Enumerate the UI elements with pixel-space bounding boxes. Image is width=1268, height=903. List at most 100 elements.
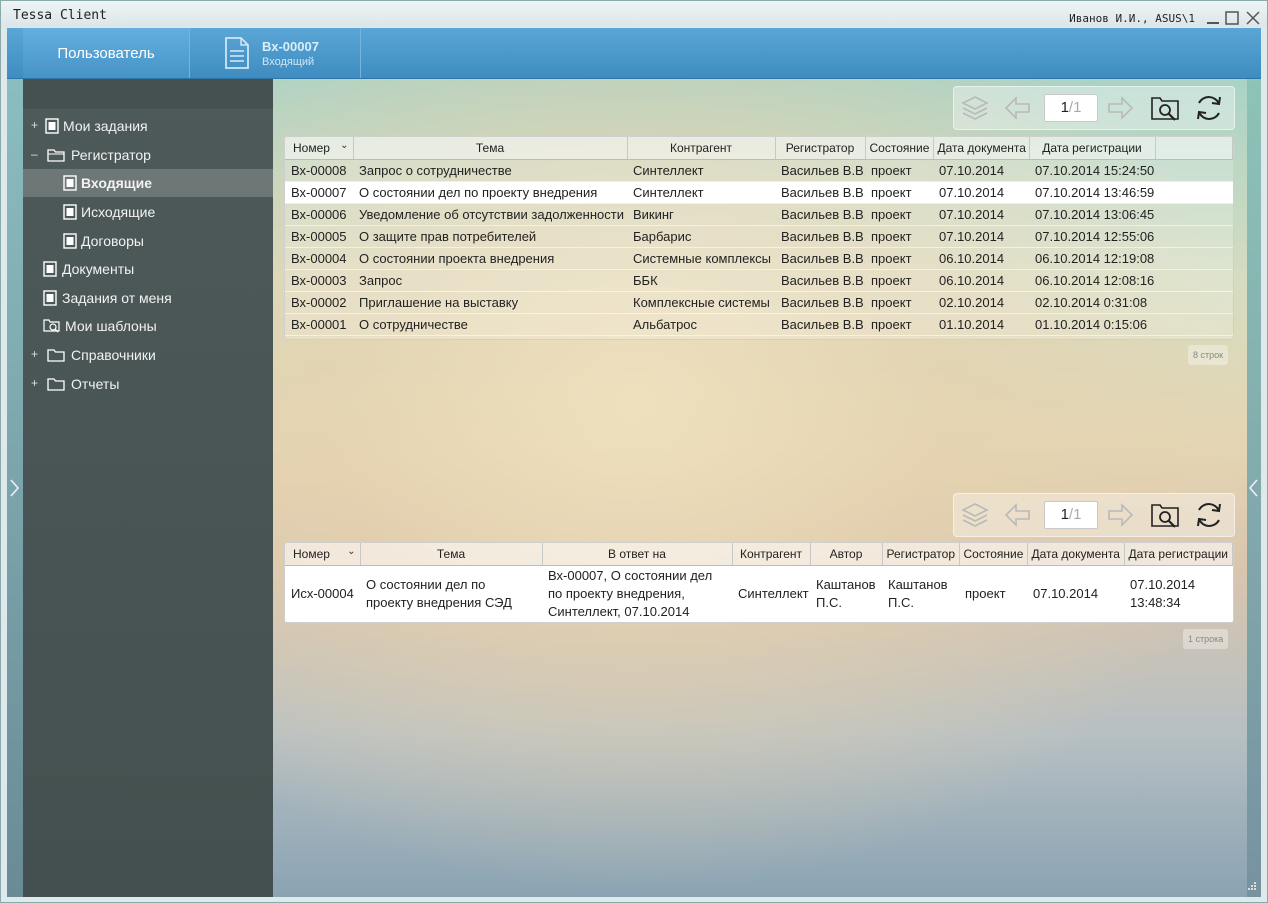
table-row[interactable]: Вх-00006 Уведомление об отсутствии задолж… [285,203,1233,226]
list-icon [43,261,57,277]
table-cell: О состоянии дел по проекту внедрения [353,181,627,204]
column-header-reply-to[interactable]: В ответ на [542,543,733,566]
table-cell: Уведомление об отсутствии задолженности [353,203,627,226]
column-header-state[interactable]: Состояние [959,543,1028,566]
title-bar: Tessa Client Иванов И.И., ASUS\1 [1,1,1267,27]
arrow-right-icon[interactable] [1106,93,1136,123]
sidebar-item-outgoing[interactable]: Исходящие [23,198,273,226]
sidebar-item-my-tasks[interactable]: + Мои задания [23,112,273,140]
column-header-counterparty[interactable]: Контрагент [732,543,811,566]
collapse-icon[interactable]: – [31,147,38,161]
table-cell: 06.10.2014 [933,247,1029,270]
table-cell: 02.10.2014 0:31:08 [1029,291,1155,314]
expand-icon[interactable]: + [31,376,38,390]
table-row[interactable]: Вх-00003 Запрос ББК Васильев В.В. проект 06.1… [285,269,1233,292]
table-row[interactable]: Вх-00001 О сотрудничестве Альбатрос Василье… [285,313,1233,336]
expand-icon[interactable]: + [31,118,38,132]
column-header-counterparty[interactable]: Контрагент [627,137,776,160]
expand-icon[interactable]: + [31,347,38,361]
list-icon [63,233,77,249]
table-row[interactable]: Исх-00004 О состоянии дел по проекту внед… [285,565,1233,622]
layers-icon[interactable] [960,93,990,123]
column-header-registrar[interactable]: Регистратор [882,543,960,566]
column-header-doc-date[interactable]: Дата документа [1027,543,1125,566]
chevron-left-icon[interactable] [1247,477,1261,499]
maximize-icon[interactable] [1224,10,1240,26]
column-header-reg-date[interactable]: Дата регистрации [1029,137,1156,160]
table-row[interactable]: Вх-00005 О защите прав потребителей Барбар… [285,225,1233,248]
chevron-right-icon[interactable] [7,477,23,499]
arrow-right-icon[interactable] [1106,500,1136,530]
table-cell: ББК [627,269,775,292]
sidebar-item-label: Входящие [81,175,152,191]
table-row[interactable]: Вх-00008 Запрос о сотрудничестве Синтеллек… [285,159,1233,182]
column-header-subject[interactable]: Тема [360,543,543,566]
sidebar-item-registrar[interactable]: – Регистратор [23,141,273,169]
folder-icon [47,378,65,391]
sidebar-item-label: Договоры [81,233,144,249]
left-collapse-strip[interactable] [7,79,23,897]
tab-document[interactable]: Вх-00007 Входящий [190,28,361,78]
layers-icon[interactable] [960,500,990,530]
table-cell: Вх-00007, О состоянии дел по проекту вне… [542,565,732,622]
table-cell-spacer [1155,159,1233,182]
table-cell: Синтеллект [627,159,775,182]
table-row[interactable]: Вх-00007 О состоянии дел по проекту внедр… [285,181,1233,204]
sidebar-item-tasks-from-me[interactable]: Задания от меня [23,284,273,312]
minimize-icon[interactable] [1205,10,1221,26]
column-header-number[interactable]: Номер ⌄ [285,543,361,566]
column-header-state[interactable]: Состояние [865,137,934,160]
column-header-reg-date[interactable]: Дата регистрации [1124,543,1233,566]
right-collapse-strip[interactable] [1247,79,1261,897]
tab-user[interactable]: Пользователь [23,28,190,78]
sidebar-item-references[interactable]: + Справочники [23,341,273,369]
chevron-down-icon[interactable]: ⌄ [340,140,348,151]
close-icon[interactable] [1245,10,1261,26]
table-cell: 01.10.2014 0:15:06 [1029,313,1155,336]
table-cell: Вх-00001 [285,313,353,336]
sidebar-item-documents[interactable]: Документы [23,255,273,283]
sidebar-item-label: Документы [62,261,135,277]
table-cell: 06.10.2014 12:19:08 [1029,247,1155,270]
table-cell: О сотрудничестве [353,313,627,336]
folder-search-icon[interactable] [1150,93,1180,123]
table-cell: 06.10.2014 [933,269,1029,292]
sidebar-item-my-templates[interactable]: Мои шаблоны [23,312,273,340]
page-indicator[interactable]: 1/1 [1044,94,1098,122]
column-header-doc-date[interactable]: Дата документа [933,137,1030,160]
table-cell: О защите прав потребителей [353,225,627,248]
sidebar-item-reports[interactable]: + Отчеты [23,370,273,398]
column-header-registrar[interactable]: Регистратор [775,137,866,160]
column-header-subject[interactable]: Тема [353,137,628,160]
list-icon [43,290,57,306]
table-cell: проект [865,269,933,292]
refresh-icon[interactable] [1194,93,1224,123]
page-indicator[interactable]: 1/1 [1044,501,1098,529]
toolbar-top: 1/1 [953,86,1235,130]
table-cell: Васильев В.В. [775,225,865,248]
arrow-left-icon[interactable] [1002,93,1032,123]
resize-grip-icon[interactable] [1245,881,1257,893]
total-pages: 1 [1073,506,1082,523]
sidebar-item-label: Отчеты [71,376,120,392]
document-icon [225,37,249,69]
table-cell: 02.10.2014 [933,291,1029,314]
current-page: 1 [1060,506,1069,523]
table-row[interactable]: Вх-00002 Приглашение на выставку Комплексн… [285,291,1233,314]
column-header-number[interactable]: Номер ⌄ [285,137,354,160]
refresh-icon[interactable] [1194,500,1224,530]
table-cell: 07.10.2014 [933,225,1029,248]
table-cell-spacer [1155,203,1233,226]
column-header-author[interactable]: Автор [810,543,883,566]
table-cell: Васильев В.В. [775,159,865,182]
chevron-down-icon[interactable]: ⌄ [347,546,355,557]
table-cell: Васильев В.В. [775,181,865,204]
table-row[interactable]: Вх-00004 О состоянии проекта внедрения Сис… [285,247,1233,270]
folder-search-icon[interactable] [1150,500,1180,530]
table-cell: 07.10.2014 12:55:06 [1029,225,1155,248]
sidebar-item-contracts[interactable]: Договоры [23,227,273,255]
table-cell: Вх-00003 [285,269,353,292]
table-cell: 07.10.2014 13:46:59 [1029,181,1155,204]
arrow-left-icon[interactable] [1002,500,1032,530]
sidebar-item-incoming[interactable]: Входящие [23,169,273,197]
